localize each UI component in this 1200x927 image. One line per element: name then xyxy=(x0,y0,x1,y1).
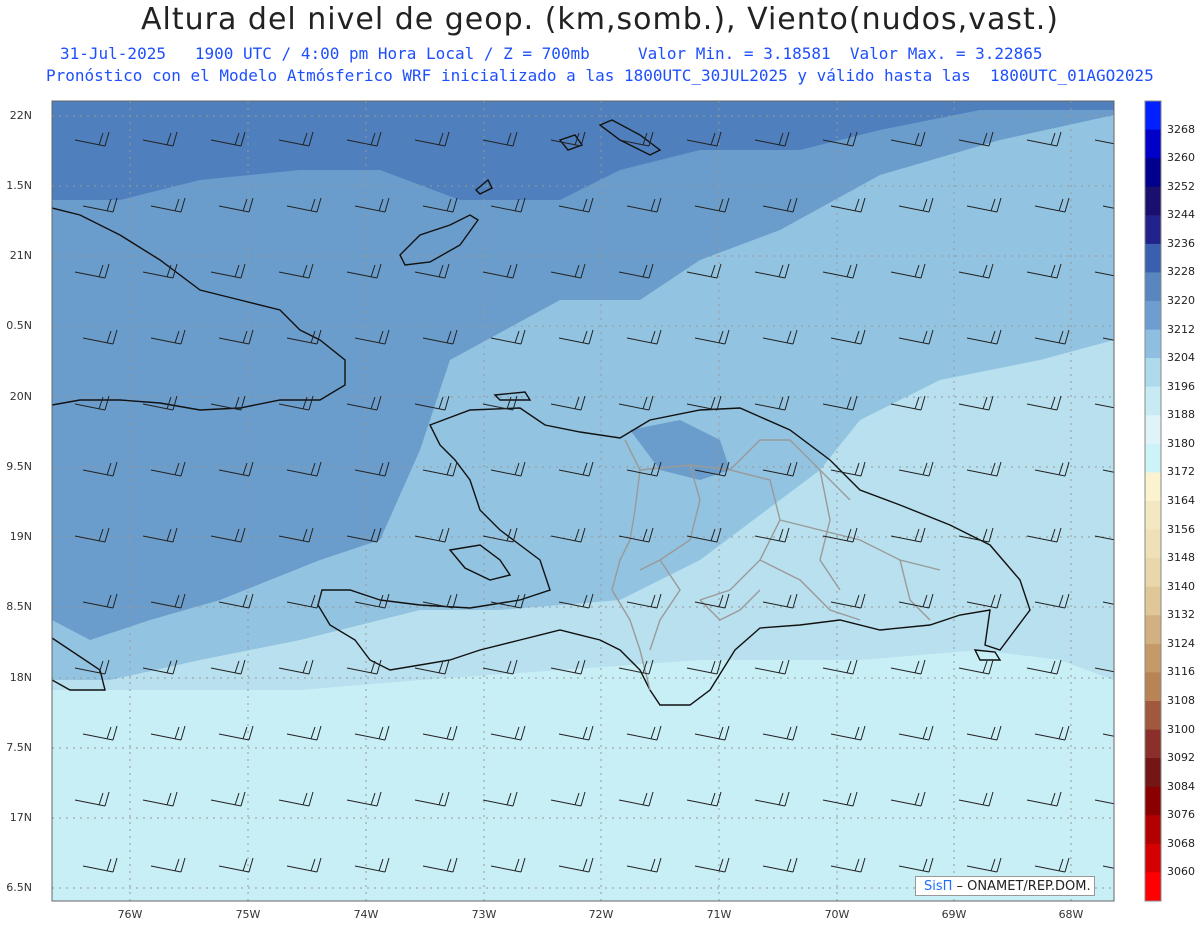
colorbar-swatch xyxy=(1145,729,1161,759)
colorbar-tick-label: 3268 xyxy=(1167,122,1195,136)
forecast-map xyxy=(51,100,1162,902)
colorbar-swatch xyxy=(1145,443,1161,473)
colorbar-swatch xyxy=(1145,215,1161,245)
lat-label-20-5n: 0.5N xyxy=(6,319,32,332)
colorbar-swatch xyxy=(1145,358,1161,388)
colorbar-tick-label: 3140 xyxy=(1167,579,1195,593)
colorbar-swatch xyxy=(1145,529,1161,559)
colorbar-tick-label: 3124 xyxy=(1167,636,1195,650)
lon-label-68w: 68W xyxy=(1058,908,1084,921)
lat-label-16-5n: 6.5N xyxy=(6,881,32,894)
colorbar-tick-label: 3156 xyxy=(1167,522,1195,536)
colorbar-tick-label: 3244 xyxy=(1167,208,1195,222)
geopotential-shading xyxy=(52,101,1114,901)
colorbar-swatch xyxy=(1145,586,1161,616)
colorbar-swatch xyxy=(1145,615,1161,645)
colorbar-swatch xyxy=(1145,415,1161,445)
colorbar-tick-label: 3148 xyxy=(1167,551,1195,565)
colorbar-swatch xyxy=(1145,872,1161,902)
lat-label-18-5n: 8.5N xyxy=(6,600,32,613)
lat-label-19-5n: 9.5N xyxy=(6,460,32,473)
colorbar-tick-label: 3252 xyxy=(1167,179,1195,193)
credit-box: SisΠ – ONAMET/REP.DOM. xyxy=(915,876,1095,896)
colorbar-tick-label: 3204 xyxy=(1167,351,1195,365)
lon-label-70w: 70W xyxy=(824,908,850,921)
colorbar-tick-label: 3076 xyxy=(1167,808,1195,822)
colorbar-swatch xyxy=(1145,758,1161,788)
credit-text: – ONAMET/REP.DOM. xyxy=(952,879,1091,894)
colorbar-tick-label: 3172 xyxy=(1167,465,1195,479)
lat-label-19n: 19N xyxy=(9,530,32,543)
colorbar-swatch xyxy=(1145,386,1161,416)
colorbar-swatch xyxy=(1145,101,1161,131)
colorbar-swatch xyxy=(1145,701,1161,731)
colorbar-tick-label: 3132 xyxy=(1167,608,1195,622)
lat-label-17-5n: 7.5N xyxy=(6,741,32,754)
lon-label-69w: 69W xyxy=(941,908,967,921)
colorbar-tick-label: 3260 xyxy=(1167,151,1195,165)
colorbar-swatch xyxy=(1145,672,1161,702)
colorbar-swatch xyxy=(1145,329,1161,359)
colorbar-tick-label: 3228 xyxy=(1167,265,1195,279)
colorbar-tick-label: 3068 xyxy=(1167,836,1195,850)
colorbar-tick-label: 3220 xyxy=(1167,294,1195,307)
credit-brand: SisΠ xyxy=(924,879,953,894)
colorbar-tick-label: 3116 xyxy=(1167,665,1195,679)
colorbar-swatch xyxy=(1145,472,1161,502)
colorbar-tick-label: 3084 xyxy=(1167,779,1195,793)
lat-label-21-5n: 1.5N xyxy=(6,179,32,192)
colorbar-swatch xyxy=(1145,272,1161,302)
lon-label-73w: 73W xyxy=(471,908,497,921)
lat-label-22n: 22N xyxy=(9,109,32,122)
colorbar-swatch xyxy=(1145,501,1161,531)
colorbar-tick-label: 3164 xyxy=(1167,494,1195,507)
colorbar-swatch xyxy=(1145,815,1161,845)
colorbar-tick-label: 3100 xyxy=(1167,722,1195,736)
lon-label-76w: 76W xyxy=(117,908,143,921)
colorbar-swatch xyxy=(1145,158,1161,188)
colorbar xyxy=(1144,100,1162,902)
colorbar-tick-label: 3212 xyxy=(1167,322,1195,336)
colorbar-swatch xyxy=(1145,301,1161,331)
colorbar-swatch xyxy=(1145,186,1161,216)
colorbar-tick-label: 3108 xyxy=(1167,694,1195,707)
lat-label-18n: 18N xyxy=(9,671,32,684)
colorbar-tick-label: 3236 xyxy=(1167,236,1195,250)
lat-label-21n: 21N xyxy=(9,249,32,262)
colorbar-swatch xyxy=(1145,843,1161,873)
colorbar-swatch xyxy=(1145,643,1161,673)
colorbar-tick-label: 3092 xyxy=(1167,751,1195,765)
colorbar-swatch xyxy=(1145,558,1161,588)
lon-label-71w: 71W xyxy=(706,908,732,921)
colorbar-swatch xyxy=(1145,786,1161,816)
lon-label-72w: 72W xyxy=(588,908,614,921)
lat-label-20n: 20N xyxy=(9,390,32,403)
colorbar-tick-label: 3180 xyxy=(1167,436,1195,450)
colorbar-swatch xyxy=(1145,243,1161,273)
colorbar-tick-label: 3196 xyxy=(1167,379,1195,393)
colorbar-tick-label: 3188 xyxy=(1167,408,1195,422)
colorbar-swatch xyxy=(1145,129,1161,159)
colorbar-tick-label: 3060 xyxy=(1167,865,1195,879)
lon-label-75w: 75W xyxy=(235,908,261,921)
lat-label-17n: 17N xyxy=(9,811,32,824)
lon-label-74w: 74W xyxy=(353,908,379,921)
